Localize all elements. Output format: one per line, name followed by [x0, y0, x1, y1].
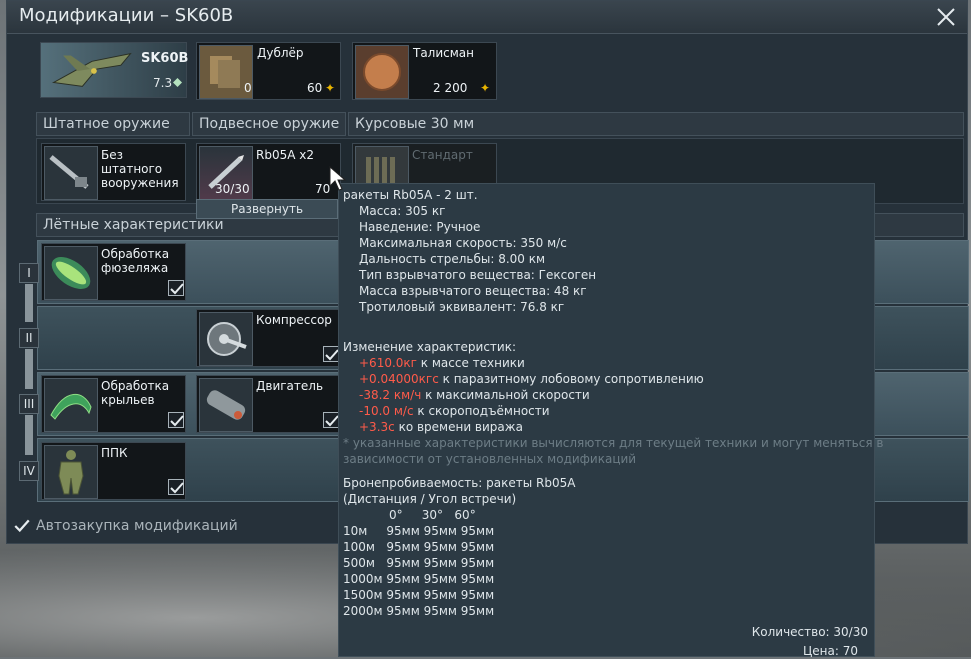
rank-icon: [173, 78, 182, 87]
tooltip-pen-angles: 0° 30° 60°: [389, 508, 476, 522]
tooltip-pen-row: 2000м 95мм 95мм 95мм: [343, 604, 495, 618]
tooltip-spec: Масса: 305 кг: [359, 204, 446, 218]
secondary-weapon-slot[interactable]: Rb05A x2 30/30 70: [196, 143, 341, 201]
tier-connector: [25, 284, 33, 322]
talisman-icon: [355, 45, 409, 99]
checkmark-icon: [14, 519, 30, 533]
secondary-weapon-count: 30/30: [215, 182, 250, 196]
tier-label-2: II: [19, 328, 39, 348]
vehicle-name: SK60B: [141, 51, 189, 66]
tooltip-title: ракеты Rb05A - 2 шт.: [343, 188, 478, 202]
tier-connector: [25, 415, 33, 455]
auto-buy-label[interactable]: Автозакупка модификаций: [36, 518, 238, 534]
checkmark-icon: [170, 482, 184, 494]
vehicle-card[interactable]: SK60B 7.3: [40, 42, 189, 98]
tooltip-change: +610.0кг к массе техники: [359, 356, 525, 370]
primary-weapon-label: Без штатного вооружения: [101, 148, 179, 190]
mod-wings-checkbox[interactable]: [168, 412, 184, 428]
mod-compressor[interactable]: Компрессор: [196, 309, 341, 367]
tooltip-pen-subtitle: (Дистанция / Угол встречи): [343, 492, 517, 506]
tooltip-change: +0.04000кгс к паразитному лобовому сопро…: [359, 372, 704, 386]
mod-compressor-checkbox[interactable]: [323, 346, 339, 362]
primary-weapon-slot[interactable]: Без штатного вооружения: [41, 143, 186, 201]
mod-compressor-label: Компрессор: [256, 313, 332, 327]
crew-card-backup[interactable]: Дублёр 0 60 ✦: [196, 42, 341, 100]
tooltip-spec: Дальность стрельбы: 8.00 км: [359, 252, 546, 266]
mod-gsuit-label: ППК: [101, 446, 128, 460]
tooltip-pen-row: 500м 95мм 95мм 95мм: [343, 556, 495, 570]
secondary-weapon-label: Rb05A x2: [256, 148, 314, 162]
tooltip-change: -10.0 м/с к скороподъёмности: [359, 404, 550, 418]
aircraft-icon: [51, 52, 132, 87]
tooltip-spec: Тротиловый эквивалент: 76.8 кг: [359, 300, 565, 314]
mod-fuselage[interactable]: Обработка фюзеляжа: [41, 243, 186, 301]
tooltip-pen-row: 10м 95мм 95мм 95мм: [343, 524, 495, 538]
tooltip-pen-row: 100м 95мм 95мм 95мм: [343, 540, 495, 554]
crew-card-price: 60: [307, 81, 323, 95]
vehicle-br: 7.3: [153, 76, 173, 90]
tooltip-spec: Максимальная скорость: 350 м/с: [359, 236, 567, 250]
mod-fuselage-checkbox[interactable]: [168, 280, 184, 296]
tooltip-spec: Масса взрывчатого вещества: 48 кг: [359, 284, 587, 298]
tooltip-pen-row: 1500м 95мм 95мм 95мм: [343, 588, 495, 602]
crew-card-talisman[interactable]: Талисман 2 200 ✦: [352, 42, 497, 100]
gun-icon: [44, 146, 98, 200]
header-guns: Курсовые 30 мм: [348, 112, 964, 136]
mod-gsuit-checkbox[interactable]: [168, 479, 184, 495]
engine-icon: [199, 378, 253, 432]
tooltip-note: зависимости от установленных модификаций: [343, 452, 637, 466]
close-button[interactable]: [933, 4, 959, 30]
fuselage-icon: [44, 246, 98, 300]
tier-label-3: III: [19, 394, 39, 414]
auto-buy-checkbox[interactable]: [13, 517, 31, 535]
crew-card-label: Дублёр: [257, 46, 304, 60]
tier-label-4: IV: [19, 461, 39, 481]
mod-gsuit[interactable]: ППК: [41, 442, 186, 500]
tooltip-pen-title: Бронепробиваемость: ракеты Rb05A: [343, 476, 576, 490]
talisman-label: Талисман: [413, 46, 475, 60]
weapon-tooltip: ракеты Rb05A - 2 шт. Масса: 305 кг Навед…: [338, 183, 883, 658]
mod-engine-label: Двигатель: [256, 379, 324, 393]
guns-label: Стандарт: [412, 148, 473, 162]
compressor-icon: [199, 312, 253, 366]
crew-card-count: 0: [244, 81, 252, 95]
gsuit-icon: [44, 445, 98, 499]
tooltip-spec: Тип взрывчатого вещества: Гексоген: [359, 268, 597, 282]
eagle-icon: ✦: [325, 81, 336, 95]
mod-wings[interactable]: Обработка крыльев: [41, 375, 186, 433]
tooltip-quantity: Количество: 30/30: [751, 625, 868, 639]
tooltip-change: -38.2 км/ч к максимальной скорости: [359, 388, 590, 402]
header-secondary-weapons: Подвесное оружие: [192, 112, 346, 136]
mod-fuselage-label: Обработка фюзеляжа: [101, 247, 170, 275]
header-primary-weapons: Штатное оружие: [36, 112, 190, 136]
window-title: Модификации – SK60B: [19, 5, 234, 26]
checkmark-icon: [170, 415, 184, 427]
mod-engine-checkbox[interactable]: [323, 412, 339, 428]
title-bar: Модификации – SK60B: [7, 1, 967, 34]
tooltip-pen-row: 1000м 95мм 95мм 95мм: [343, 572, 495, 586]
tier-connector: [25, 349, 33, 389]
mouse-cursor-icon: [329, 166, 347, 191]
talisman-price: 2 200: [433, 81, 468, 95]
checkmark-icon: [170, 283, 184, 295]
tooltip-change: +3.3с ко времени виража: [359, 420, 523, 434]
tooltip-changes-header: Изменение характеристик:: [343, 340, 517, 354]
secondary-weapon-price: 70: [315, 182, 331, 196]
wing-icon: [44, 378, 98, 432]
expand-button[interactable]: Развернуть: [196, 199, 338, 219]
tooltip-note: * указанные характеристики вычисляются д…: [343, 436, 884, 450]
mod-wings-label: Обработка крыльев: [101, 379, 170, 407]
close-icon: [937, 8, 955, 26]
mod-engine[interactable]: Двигатель: [196, 375, 341, 433]
tooltip-spec: Наведение: Ручное: [359, 220, 481, 234]
tier-label-1: I: [19, 263, 39, 283]
eagle-icon: ✦: [480, 81, 491, 95]
